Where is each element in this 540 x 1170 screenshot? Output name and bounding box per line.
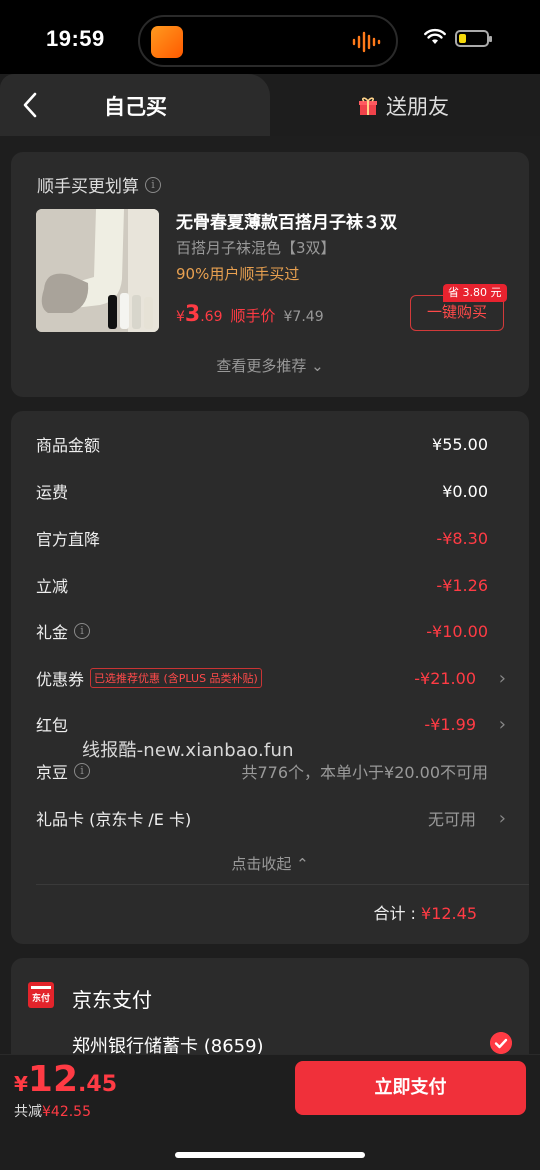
chevron-right-icon[interactable]: ›: [499, 808, 506, 829]
tab-gift-label: 送朋友: [386, 95, 449, 119]
row-value: ¥0.00: [442, 481, 488, 501]
product-stat: 90%用户顺手买过: [176, 265, 300, 283]
row-value: -¥1.99: [424, 714, 476, 734]
row-label: 商品金额: [36, 436, 101, 455]
chevron-right-icon[interactable]: ›: [499, 714, 506, 735]
dynamic-island: [138, 15, 398, 67]
divider: [36, 884, 529, 885]
tab-self-buy[interactable]: 自己买: [0, 74, 270, 136]
chevron-right-icon[interactable]: ›: [499, 668, 506, 689]
total-savings: 共减¥42.55: [14, 1104, 91, 1120]
home-indicator[interactable]: [175, 1152, 365, 1158]
row-label: 立减: [36, 577, 69, 596]
info-icon[interactable]: i: [74, 623, 91, 639]
price-tag: 顺手价: [230, 307, 276, 325]
product-price: ¥3.69: [176, 302, 223, 327]
more-recommendations-link[interactable]: 查看更多推荐 ⌄: [11, 355, 529, 376]
summary-row-coupon[interactable]: 优惠券 已选推荐优惠 (含PLUS 品类补贴) -¥21.00 ›: [36, 663, 506, 693]
back-icon[interactable]: [20, 91, 42, 119]
summary-row-red-packet[interactable]: 红包 -¥1.99 ›: [36, 709, 506, 739]
audio-wave-icon: [352, 31, 381, 53]
jd-pay-icon: 东付: [28, 982, 54, 1008]
summary-row-shipping: 运费 ¥0.00: [36, 476, 506, 506]
coupon-tag: 已选推荐优惠 (含PLUS 品类补贴): [90, 668, 262, 688]
row-value: ¥55.00: [432, 434, 488, 454]
purchase-mode-tabs: 自己买 送朋友: [0, 74, 540, 136]
summary-row-goods: 商品金额 ¥55.00: [36, 429, 506, 459]
row-label: 礼品卡 (京东卡 /E 卡): [36, 810, 192, 829]
watermark-text: 线报酷-new.xianbao.fun: [82, 740, 294, 761]
price-summary-card: 商品金额 ¥55.00 运费 ¥0.00 官方直降 -¥8.30 立减 -¥1.…: [11, 411, 529, 944]
row-value: 共776个，本单小于¥20.00不可用: [241, 763, 488, 782]
original-price: ¥7.49: [283, 309, 324, 325]
pay-now-button[interactable]: 立即支付: [295, 1061, 526, 1115]
info-icon[interactable]: i: [145, 176, 161, 193]
save-badge: 省 3.80 元: [443, 284, 507, 302]
total-amount: ¥12.45: [14, 1059, 118, 1100]
row-label: 官方直降: [36, 530, 101, 549]
product-image[interactable]: [36, 209, 159, 332]
summary-row-gift-card[interactable]: 礼品卡 (京东卡 /E 卡) 无可用 ›: [36, 803, 506, 833]
product-name[interactable]: 无骨春夏薄款百搭月子袜３双: [176, 208, 397, 233]
row-label: 运费: [36, 483, 69, 502]
app-icon: [151, 26, 183, 58]
summary-row-instant-discount: 立减 -¥1.26: [36, 570, 506, 600]
row-label: 优惠券 已选推荐优惠 (含PLUS 品类补贴): [36, 666, 262, 690]
row-label: 京豆 i: [36, 759, 91, 783]
summary-total: 合计 : ¥12.45: [373, 904, 477, 923]
collapse-link[interactable]: 点击收起 ⌃: [11, 853, 529, 874]
gift-icon: [359, 97, 377, 115]
status-bar: 19:59: [0, 0, 540, 80]
summary-row-cash-gift: 礼金 i -¥10.00: [36, 616, 506, 646]
row-label: 礼金 i: [36, 619, 91, 643]
row-value: -¥21.00: [414, 668, 476, 688]
row-value: 无可用: [427, 810, 476, 829]
check-icon[interactable]: [490, 1032, 512, 1054]
status-time: 19:59: [46, 26, 105, 51]
checkout-bar: ¥12.45 共减¥42.55 立即支付: [0, 1054, 540, 1170]
recommend-title: 顺手买更划算 i: [37, 172, 161, 197]
tab-self-label: 自己买: [104, 95, 167, 119]
tab-gift-friend[interactable]: 送朋友: [358, 91, 449, 121]
summary-row-direct-discount: 官方直降 -¥8.30: [36, 523, 506, 553]
price-row: ¥3.69 顺手价 ¥7.49: [176, 302, 324, 327]
row-value: -¥1.26: [436, 575, 488, 595]
recommend-card: 顺手买更划算 i 无骨春夏薄款百搭月子袜３双 百搭月子袜混色【3双】 90%用户…: [11, 152, 529, 397]
info-icon[interactable]: i: [74, 763, 91, 779]
recommend-title-text: 顺手买更划算: [37, 177, 139, 197]
socks-image: [36, 209, 159, 332]
product-spec: 百搭月子袜混色【3双】: [176, 239, 336, 257]
battery-icon: [455, 30, 492, 47]
payment-method-title: 京东支付: [72, 988, 152, 1012]
row-label: 红包: [36, 716, 69, 735]
wifi-icon: [424, 28, 446, 44]
row-value: -¥8.30: [436, 528, 488, 548]
row-value: -¥10.00: [426, 621, 488, 641]
